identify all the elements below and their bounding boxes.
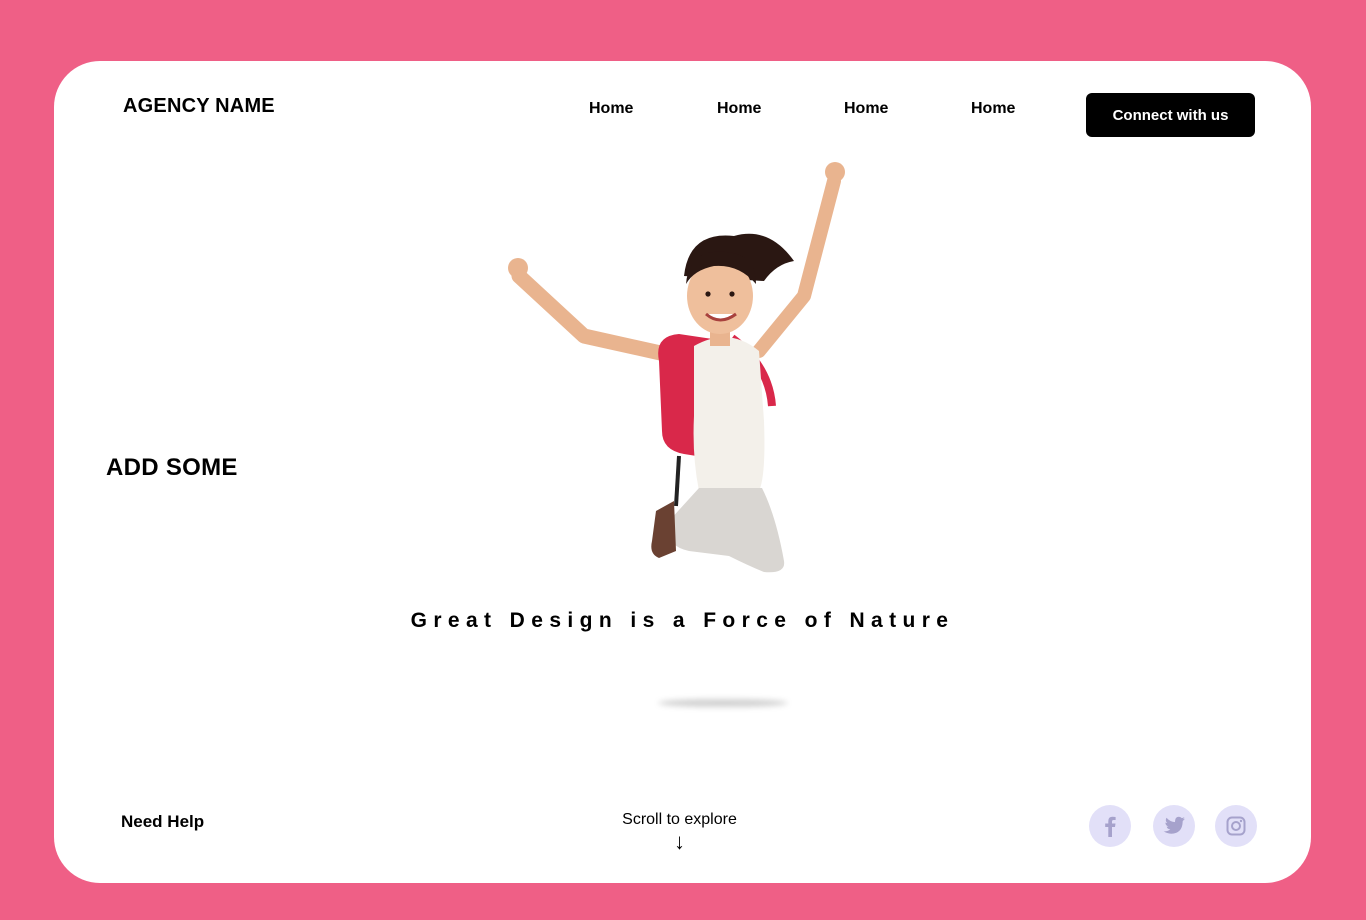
instagram-button[interactable] bbox=[1215, 805, 1257, 847]
hero-eye-right bbox=[729, 291, 735, 297]
connect-button[interactable]: Connect with us bbox=[1086, 93, 1255, 137]
hero-left-arm bbox=[511, 268, 682, 364]
hero-jumping-person-image bbox=[508, 162, 845, 573]
hero-eye-left bbox=[705, 291, 711, 297]
hero-shirt bbox=[693, 337, 765, 491]
scroll-label: Scroll to explore bbox=[622, 811, 737, 828]
arrow-down-icon: ↓ bbox=[674, 829, 685, 854]
hero-jeans bbox=[668, 488, 785, 573]
nav-link-home-2[interactable]: Home bbox=[717, 100, 761, 118]
hero-left-hand bbox=[508, 258, 528, 278]
facebook-icon bbox=[1105, 816, 1116, 837]
side-heading: ADD SOME bbox=[106, 454, 238, 481]
hero-shoe bbox=[651, 501, 676, 558]
nav-link-home-4[interactable]: Home bbox=[971, 100, 1015, 118]
nav-link-home-3[interactable]: Home bbox=[844, 100, 888, 118]
main-card: AGENCY NAME Home Home Home Home Connect … bbox=[54, 61, 1311, 883]
instagram-icon bbox=[1226, 816, 1246, 836]
hero-backpack-buckle bbox=[674, 455, 681, 507]
ground-shadow bbox=[658, 699, 788, 707]
facebook-button[interactable] bbox=[1089, 805, 1131, 847]
scroll-to-explore[interactable]: Scroll to explore ↓ bbox=[574, 811, 785, 853]
twitter-icon bbox=[1163, 816, 1185, 834]
hero-right-hand bbox=[825, 162, 845, 182]
twitter-button[interactable] bbox=[1153, 805, 1195, 847]
need-help-link[interactable]: Need Help bbox=[121, 812, 204, 832]
hero-tagline: Great Design is a Force of Nature bbox=[410, 609, 955, 632]
nav-link-home-1[interactable]: Home bbox=[589, 100, 633, 118]
